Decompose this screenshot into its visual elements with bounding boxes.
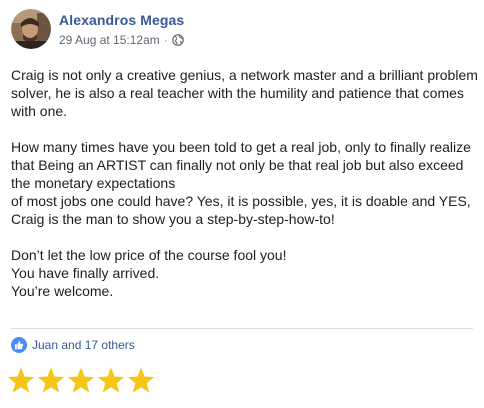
star-rating xyxy=(6,366,156,396)
avatar-photo xyxy=(11,9,51,49)
star-icon xyxy=(7,367,35,393)
post-paragraph: Don’t let the low price of the course fo… xyxy=(11,247,287,299)
reactions-label[interactable]: Juan and 17 others xyxy=(32,338,135,352)
post-timestamp[interactable]: 29 Aug at 15:12am xyxy=(59,33,160,47)
author-name[interactable]: Alexandros Megas xyxy=(59,12,184,29)
star-icon xyxy=(37,367,65,393)
separator-dot: · xyxy=(163,33,168,47)
post-meta: Alexandros Megas 29 Aug at 15:12am · xyxy=(59,9,184,47)
post-body: Craig is not only a creative genius, a n… xyxy=(11,66,479,300)
globe-icon[interactable] xyxy=(171,34,184,46)
post-header: Alexandros Megas 29 Aug at 15:12am · xyxy=(11,9,184,53)
like-icon xyxy=(11,337,27,353)
author-avatar[interactable] xyxy=(11,9,51,49)
star-icon xyxy=(127,367,155,393)
reactions-summary[interactable]: Juan and 17 others xyxy=(11,337,135,353)
post-paragraph: How many times have you been told to get… xyxy=(11,139,471,227)
facebook-review-post: Alexandros Megas 29 Aug at 15:12am · Cra… xyxy=(0,0,484,408)
star-icon xyxy=(97,367,125,393)
star-icon xyxy=(67,367,95,393)
post-paragraph: Craig is not only a creative genius, a n… xyxy=(11,67,478,119)
reactions-divider xyxy=(11,328,473,329)
post-timeline: 29 Aug at 15:12am · xyxy=(59,33,184,47)
